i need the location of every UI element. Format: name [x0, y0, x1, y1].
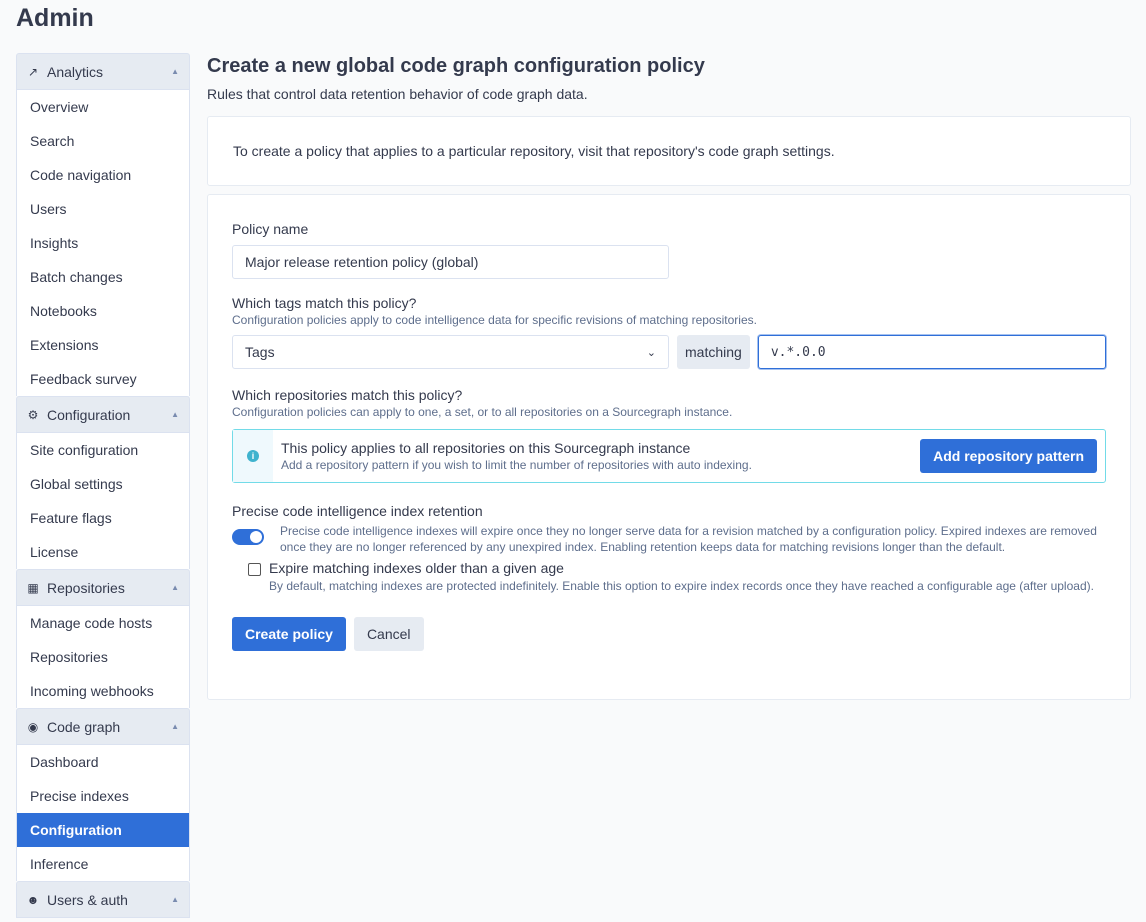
sidebar-item-feedback-survey[interactable]: Feedback survey: [17, 362, 189, 396]
sidebar-item-repositories[interactable]: Repositories: [17, 640, 189, 674]
sidebar-section-code-graph[interactable]: ◉ Code graph ▲: [16, 708, 190, 745]
chart-line-icon: ↗: [27, 64, 39, 79]
sidebar-item-extensions[interactable]: Extensions: [17, 328, 189, 362]
sidebar-item-incoming-webhooks[interactable]: Incoming webhooks: [17, 674, 189, 708]
expire-help: By default, matching indexes are protect…: [269, 579, 1094, 593]
sidebar-item-global-settings[interactable]: Global settings: [17, 467, 189, 501]
retention-toggle[interactable]: [232, 529, 264, 545]
sidebar-section-configuration[interactable]: ⚙ Configuration ▲: [16, 396, 190, 433]
add-repository-pattern-button[interactable]: Add repository pattern: [920, 439, 1097, 473]
sidebar-item-license[interactable]: License: [17, 535, 189, 569]
repos-label: Which repositories match this policy?: [232, 387, 463, 403]
info-note: To create a policy that applies to a par…: [233, 143, 835, 159]
expire-checkbox[interactable]: [248, 563, 261, 576]
cancel-button[interactable]: Cancel: [353, 617, 424, 651]
sidebar-section-label: Users & auth: [47, 891, 128, 908]
admin-sidebar: ↗ Analytics ▲ Overview Search Code navigation…: [16, 53, 190, 918]
sidebar-section-label: Configuration: [47, 406, 131, 423]
alert-body: Add a repository pattern if you wish to …: [281, 458, 752, 472]
info-card: To create a policy that applies to a par…: [207, 116, 1131, 186]
retention-label: Precise code intelligence index retentio…: [232, 503, 483, 519]
sidebar-section-repositories[interactable]: ▦ Repositories ▲: [16, 569, 190, 606]
sidebar-item-precise-indexes[interactable]: Precise indexes: [17, 779, 189, 813]
chevron-down-icon: ⌄: [646, 346, 656, 359]
caret-up-icon: ▲: [171, 583, 179, 592]
page-header-title: Admin: [16, 4, 94, 32]
caret-up-icon: ▲: [171, 410, 179, 419]
repository-alert: i This policy applies to all repositorie…: [232, 429, 1106, 483]
sidebar-item-insights[interactable]: Insights: [17, 226, 189, 260]
type-select[interactable]: Tags ⌄: [232, 335, 669, 369]
sidebar-item-code-navigation[interactable]: Code navigation: [17, 158, 189, 192]
sidebar-section-label: Code graph: [47, 718, 121, 735]
matching-label: matching: [677, 335, 750, 369]
policy-name-value: Major release retention policy (global): [245, 254, 479, 270]
sidebar-section-users-auth[interactable]: ☻ Users & auth ▲: [16, 881, 190, 918]
policy-name-input[interactable]: Major release retention policy (global): [232, 245, 669, 279]
users-icon: ☻: [26, 892, 40, 907]
info-icon: i: [233, 430, 273, 482]
expire-label: Expire matching indexes older than a giv…: [269, 560, 564, 576]
sidebar-item-batch-changes[interactable]: Batch changes: [17, 260, 189, 294]
tags-help: Configuration policies apply to code int…: [232, 313, 757, 327]
sidebar-item-feature-flags[interactable]: Feature flags: [17, 501, 189, 535]
policy-form: Policy name Major release retention poli…: [207, 194, 1131, 700]
caret-up-icon: ▲: [171, 895, 179, 904]
pattern-input[interactable]: v.*.0.0: [757, 335, 1106, 369]
type-select-value: Tags: [245, 344, 275, 360]
brain-icon: ◉: [27, 719, 39, 734]
page-subtitle: Rules that control data retention behavi…: [207, 86, 588, 102]
repository-icon: ▦: [27, 580, 39, 595]
sidebar-item-dashboard[interactable]: Dashboard: [17, 745, 189, 779]
alert-title: This policy applies to all repositories …: [281, 440, 691, 456]
caret-up-icon: ▲: [171, 722, 179, 731]
sidebar-item-search[interactable]: Search: [17, 124, 189, 158]
create-policy-button[interactable]: Create policy: [232, 617, 346, 651]
main-content: Create a new global code graph configura…: [207, 53, 1131, 700]
sidebar-item-overview[interactable]: Overview: [17, 90, 189, 124]
sidebar-section-label: Analytics: [47, 63, 104, 80]
sidebar-section-label: Repositories: [47, 579, 125, 596]
sidebar-section-analytics[interactable]: ↗ Analytics ▲: [16, 53, 190, 90]
page-title: Create a new global code graph configura…: [207, 55, 705, 77]
cogs-icon: ⚙: [27, 407, 39, 422]
sidebar-item-users[interactable]: Users: [17, 192, 189, 226]
sidebar-item-site-configuration[interactable]: Site configuration: [17, 433, 189, 467]
sidebar-item-manage-code-hosts[interactable]: Manage code hosts: [17, 606, 189, 640]
policy-name-label: Policy name: [232, 221, 309, 237]
sidebar-item-configuration[interactable]: Configuration: [17, 813, 189, 847]
tags-label: Which tags match this policy?: [232, 295, 417, 311]
caret-up-icon: ▲: [171, 67, 179, 76]
sidebar-item-notebooks[interactable]: Notebooks: [17, 294, 189, 328]
sidebar-item-inference[interactable]: Inference: [17, 847, 189, 881]
retention-help: Precise code intelligence indexes will e…: [280, 524, 1097, 554]
repos-help: Configuration policies can apply to one,…: [232, 405, 733, 419]
pattern-value: v.*.0.0: [770, 344, 826, 360]
